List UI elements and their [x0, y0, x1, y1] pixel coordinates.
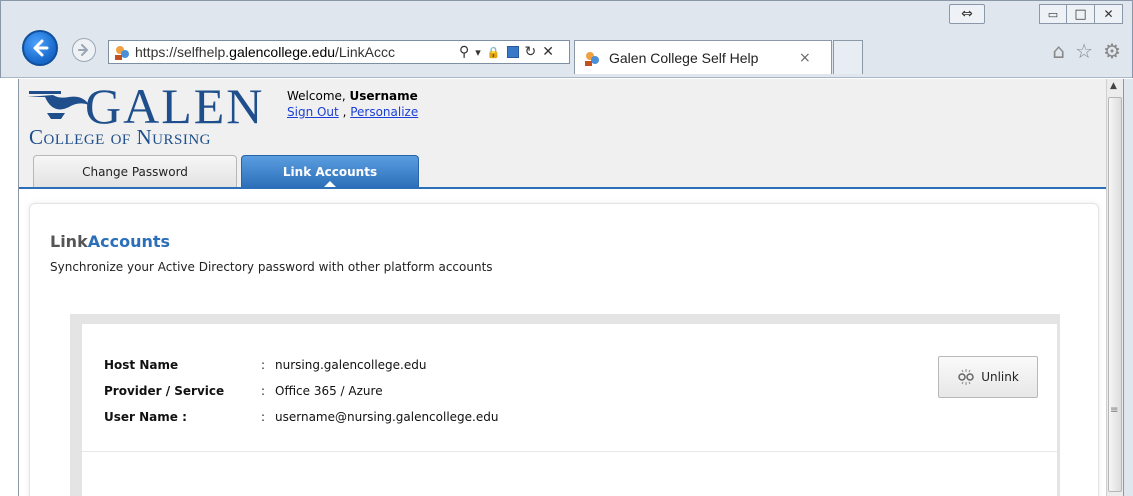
back-arrow-icon: [33, 39, 49, 57]
welcome-prefix: Welcome,: [287, 89, 350, 103]
address-tools: ⚲ ▾ 🔒 ↻ ✕: [459, 44, 554, 60]
minimize-icon: ▭: [1047, 7, 1059, 21]
maximize-icon: □: [1074, 6, 1087, 22]
logo-subtitle: College of Nursing: [29, 125, 212, 149]
linked-account-card: Host Name : nursing.galencollege.edu Pro…: [82, 324, 1057, 496]
page-title-part1: Link: [50, 232, 88, 251]
user-links: Sign Out , Personalize: [287, 105, 418, 119]
vertical-scrollbar[interactable]: ▲ ≡: [1106, 79, 1123, 496]
page-title-part2: Accounts: [87, 232, 171, 251]
resize-icon[interactable]: ⇔: [949, 4, 985, 24]
welcome-block: Welcome, Username Sign Out , Personalize: [287, 89, 418, 119]
page-title: LinkAccounts: [50, 232, 170, 251]
browser-chrome: ⇔ ▭ □ ✕ https://selfhelp.galencollege.ed…: [0, 0, 1133, 78]
browser-tab[interactable]: Galen College Self Help ×: [574, 40, 832, 74]
nav-tabs: Change Password Link Accounts: [33, 155, 423, 189]
nav-underline: [19, 187, 1106, 189]
user-name-label: User Name :: [104, 410, 187, 424]
dropdown-icon[interactable]: ▾: [475, 46, 481, 59]
search-icon[interactable]: ⚲: [459, 44, 469, 60]
close-icon: ✕: [1103, 7, 1114, 21]
tab-favicon-icon: [585, 51, 599, 66]
forward-arrow-icon: [78, 44, 89, 56]
window-controls: ▭ □ ✕: [1039, 4, 1123, 24]
lock-icon[interactable]: 🔒: [487, 46, 501, 59]
welcome-line: Welcome, Username: [287, 89, 418, 103]
window-frame-right: [1123, 79, 1133, 496]
scroll-up-icon[interactable]: ▲: [1110, 81, 1117, 91]
detail-row-username: User Name : : username@nursing.galencoll…: [104, 404, 604, 430]
page-viewport: GALEN College of Nursing Welcome, Userna…: [18, 79, 1106, 496]
provider-value: Office 365 / Azure: [275, 384, 383, 398]
compat-view-icon[interactable]: [506, 46, 519, 58]
close-window-button[interactable]: ✕: [1095, 4, 1123, 24]
username-label: Username: [349, 89, 418, 103]
details-divider: [82, 451, 1057, 452]
detail-row-host: Host Name : nursing.galencollege.edu: [104, 352, 604, 378]
url-text[interactable]: https://selfhelp.galencollege.edu/LinkAc…: [135, 44, 453, 60]
unlink-label: Unlink: [981, 370, 1019, 384]
link-separator: ,: [338, 105, 351, 119]
scroll-grip-icon: ≡: [1110, 405, 1119, 416]
host-name-label: Host Name: [104, 358, 179, 372]
url-path: /LinkAccc: [335, 44, 395, 60]
content-card: LinkAccounts Synchronize your Active Dir…: [29, 203, 1099, 496]
detail-row-provider: Provider / Service : Office 365 / Azure: [104, 378, 604, 404]
page-description: Synchronize your Active Directory passwo…: [50, 260, 493, 274]
minimize-button[interactable]: ▭: [1039, 4, 1067, 24]
maximize-button[interactable]: □: [1067, 4, 1095, 24]
account-details: Host Name : nursing.galencollege.edu Pro…: [104, 352, 604, 430]
address-bar[interactable]: https://selfhelp.galencollege.edu/LinkAc…: [108, 40, 570, 64]
forward-button[interactable]: [72, 38, 96, 62]
personalize-link[interactable]: Personalize: [350, 105, 418, 119]
new-tab-button[interactable]: [833, 40, 863, 74]
url-domain: galencollege.edu: [229, 44, 336, 60]
provider-label: Provider / Service: [104, 384, 225, 398]
unlink-chain-icon: [958, 369, 974, 385]
sign-out-link[interactable]: Sign Out: [287, 105, 339, 119]
url-prefix: https://selfhelp.: [135, 44, 230, 60]
refresh-icon[interactable]: ↻: [525, 44, 537, 60]
home-icon[interactable]: ⌂: [1052, 40, 1065, 62]
browser-toolbar-right: ⌂ ☆ ⚙: [1052, 40, 1121, 62]
user-name-sep: :: [261, 410, 266, 424]
resize-glyph: ⇔: [961, 6, 973, 22]
linked-account-panel: Host Name : nursing.galencollege.edu Pro…: [70, 314, 1060, 496]
tab-close-icon[interactable]: ×: [799, 50, 811, 66]
back-button[interactable]: [22, 30, 58, 66]
settings-gear-icon[interactable]: ⚙: [1103, 40, 1121, 62]
unlink-button[interactable]: Unlink: [938, 356, 1038, 398]
provider-sep: :: [261, 384, 266, 398]
host-name-sep: :: [261, 358, 266, 372]
tab-change-password[interactable]: Change Password: [33, 155, 237, 188]
site-favicon-icon: [115, 46, 129, 60]
favorites-star-icon[interactable]: ☆: [1075, 40, 1093, 62]
galen-logo[interactable]: GALEN College of Nursing: [25, 79, 287, 151]
stop-icon[interactable]: ✕: [542, 44, 554, 60]
user-name-value: username@nursing.galencollege.edu: [275, 410, 499, 424]
tab-link-accounts[interactable]: Link Accounts: [241, 155, 419, 189]
tab-title: Galen College Self Help: [609, 49, 759, 66]
site-header: GALEN College of Nursing Welcome, Userna…: [19, 79, 1106, 189]
host-name-value: nursing.galencollege.edu: [275, 358, 427, 372]
scroll-thumb[interactable]: [1108, 97, 1122, 492]
